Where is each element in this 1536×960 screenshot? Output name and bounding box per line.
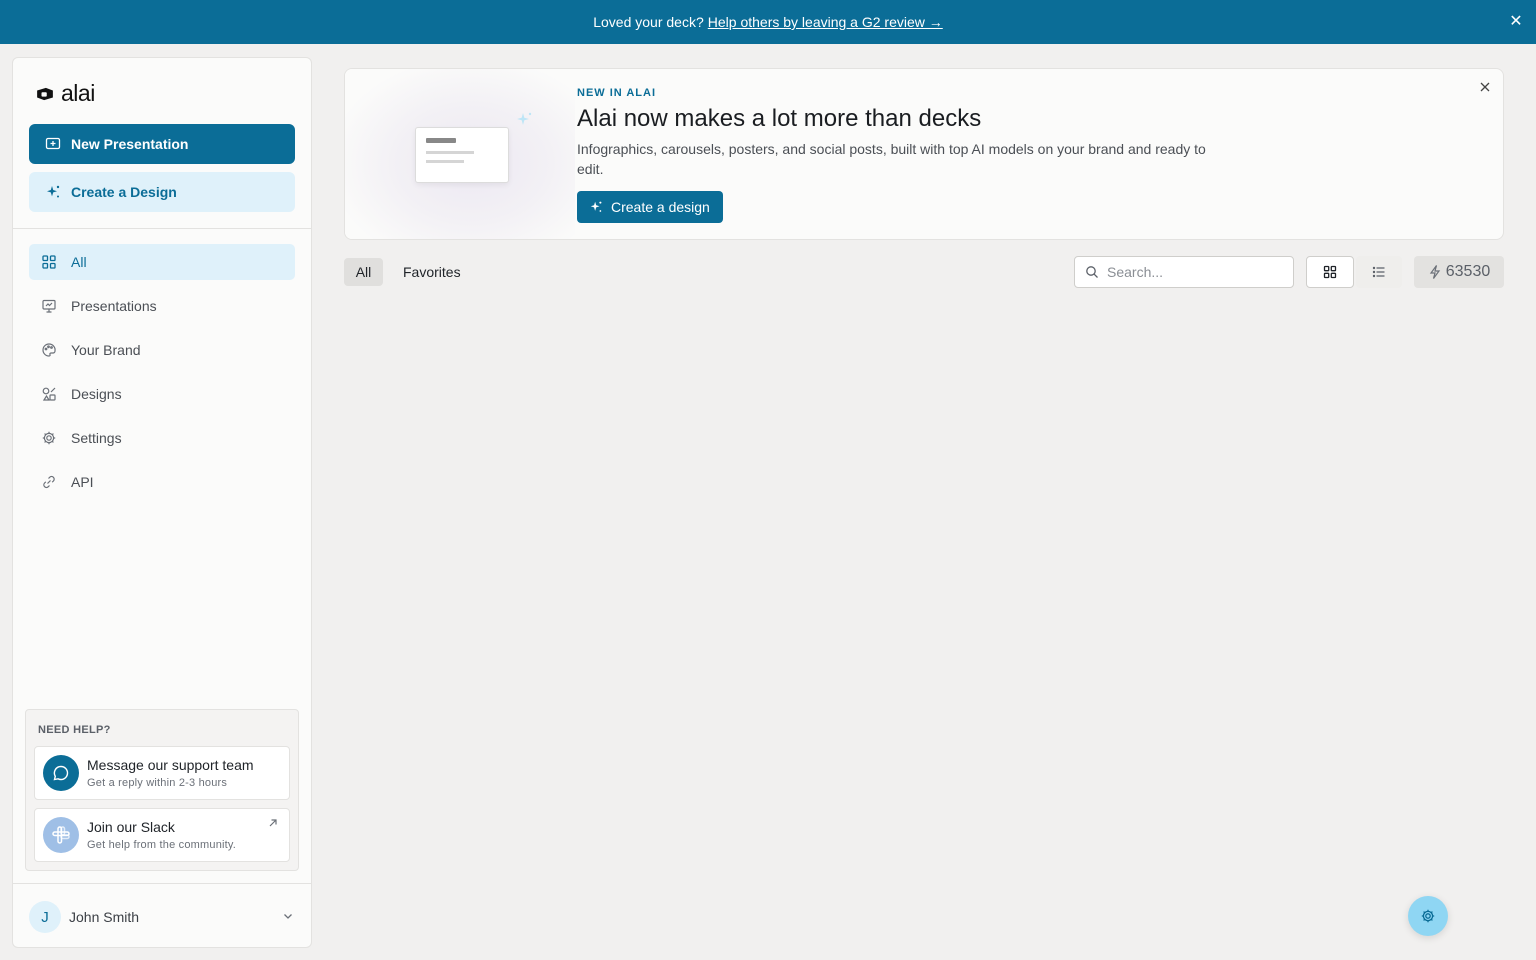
g2-review-link[interactable]: Help others by leaving a G2 review → [708,14,943,30]
list-icon [1372,266,1385,278]
banner-text: Loved your deck? [593,14,704,30]
sidebar-item-designs[interactable]: Designs [29,376,295,412]
avatar: J [29,901,61,933]
support-subtitle: Get a reply within 2-3 hours [87,777,228,789]
lightning-icon [1429,265,1440,279]
grid-icon [42,255,56,269]
sidebar-item-label: Settings [71,430,122,446]
filter-all-tab[interactable]: All [344,258,383,286]
slack-card[interactable]: Join our Slack Get help from the communi… [34,808,290,862]
gear-icon [1421,909,1435,923]
sidebar-divider [13,883,311,884]
palette-icon [42,343,56,357]
presentation-icon [42,299,56,313]
link-icon [43,475,55,489]
sidebar-nav: All Presentations Your Brand Designs Set… [29,244,295,508]
create-design-button[interactable]: Create a Design [29,172,295,212]
sparkle-icon [590,201,602,212]
create-design-label: Create a Design [71,184,177,200]
sidebar-divider [13,228,311,229]
external-link-icon [269,819,277,827]
sidebar-item-all[interactable]: All [29,244,295,280]
presentation-plus-icon [45,137,61,150]
sidebar: alai New Presentation Create a Design Al… [12,57,312,948]
search-box [1074,256,1294,288]
user-name: John Smith [69,909,140,925]
shapes-icon [42,387,56,401]
new-presentation-button[interactable]: New Presentation [29,124,295,164]
brand-name: alai [61,80,95,106]
promo-description: Infographics, carousels, posters, and so… [577,141,1206,177]
sidebar-item-label: Your Brand [71,342,141,358]
new-presentation-label: New Presentation [71,136,189,152]
create-design-cta[interactable]: Create a design [577,191,723,223]
sidebar-item-label: Presentations [71,298,157,314]
grid-view-button[interactable] [1306,256,1354,288]
sidebar-item-settings[interactable]: Settings [29,420,295,456]
credits-badge: 63530 [1414,256,1504,288]
sparkle-icon [47,185,60,198]
search-input[interactable] [1107,264,1277,280]
chevron-down-icon [284,914,292,919]
credits-count: 63530 [1445,263,1491,280]
promo-card: NEW IN ALAI Alai now makes a lot more th… [344,68,1504,240]
gear-icon [42,431,56,445]
slack-subtitle: Get help from the community. [87,839,237,851]
promo-illustration [345,69,575,239]
sidebar-item-api[interactable]: API [29,464,295,500]
sidebar-item-label: All [71,254,87,270]
help-panel: NEED HELP? Message our support team Get … [25,709,299,871]
sidebar-item-label: API [71,474,94,490]
promo-eyebrow: NEW IN ALAI [577,87,657,99]
sidebar-item-your-brand[interactable]: Your Brand [29,332,295,368]
list-view-button[interactable] [1356,256,1402,288]
promo-heading: Alai now makes a lot more than decks [577,105,982,132]
promo-close-icon[interactable] [1477,79,1493,95]
settings-fab-button[interactable] [1408,896,1448,936]
banner-close-icon[interactable]: ✕ [1506,12,1526,32]
slack-title: Join our Slack [87,819,175,835]
chat-icon [43,755,79,791]
support-title: Message our support team [87,757,254,773]
alai-logo-icon [37,87,53,100]
document-illustration [415,127,509,183]
support-card[interactable]: Message our support team Get a reply wit… [34,746,290,800]
sidebar-item-label: Designs [71,386,122,402]
sidebar-item-presentations[interactable]: Presentations [29,288,295,324]
grid-icon [1323,265,1337,279]
user-menu[interactable]: J John Smith [29,900,295,934]
help-title: NEED HELP? [38,724,111,736]
filter-favorites-tab[interactable]: Favorites [392,258,472,286]
search-icon [1086,266,1098,278]
alai-logo[interactable]: alai [35,80,95,107]
create-design-cta-label: Create a design [611,199,710,215]
sparkle-icon [517,112,532,125]
slack-icon [43,817,79,853]
review-banner: Loved your deck? Help others by leaving … [0,0,1536,44]
